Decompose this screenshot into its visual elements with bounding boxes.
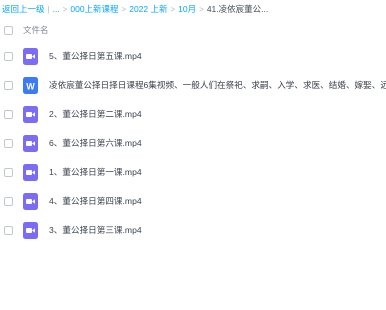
breadcrumb-divider: | (47, 4, 50, 14)
row-checkbox[interactable] (4, 225, 13, 235)
file-name[interactable]: 6、董公择日第六课.mp4 (49, 137, 386, 149)
file-row[interactable]: 3、董公择日第三课.mp4 (0, 216, 386, 244)
file-row[interactable]: 1、董公择日第一课.mp4 (0, 158, 386, 186)
file-row[interactable]: 6、董公择日第六课.mp4 (0, 129, 386, 157)
video-file-icon (23, 105, 38, 123)
column-header-filename[interactable]: 文件名 (23, 24, 49, 36)
chevron-right-icon: > (199, 4, 204, 14)
video-file-icon (23, 192, 38, 210)
row-checkbox[interactable] (4, 138, 13, 148)
video-file-icon (23, 47, 38, 65)
breadcrumb-item-oct[interactable]: 10月 (178, 3, 196, 15)
file-row[interactable]: 5、董公择日第五课.mp4 (0, 42, 386, 70)
word-file-icon: W (23, 76, 38, 94)
file-name[interactable]: 2、董公择日第二课.mp4 (49, 108, 386, 120)
breadcrumb-item-2022[interactable]: 2022 上新 (129, 3, 167, 15)
breadcrumb-current: 41.凌依宸董公... (206, 4, 269, 14)
file-name[interactable]: 1、董公择日第一课.mp4 (49, 166, 386, 178)
chevron-right-icon: > (62, 4, 68, 14)
row-checkbox[interactable] (4, 80, 13, 90)
breadcrumb-item-000[interactable]: 000上新课程 (70, 3, 118, 15)
video-file-icon (23, 163, 38, 181)
file-name[interactable]: 3、董公择日第三课.mp4 (49, 224, 386, 236)
breadcrumb: 返回上一级 | ... > 000上新课程 > 2022 上新 > 10月 > … (2, 0, 386, 18)
chevron-right-icon: > (170, 4, 176, 14)
row-checkbox[interactable] (4, 51, 13, 61)
file-row[interactable]: 4、董公择日第四课.mp4 (0, 187, 386, 215)
svg-text:W: W (26, 81, 35, 91)
chevron-right-icon: > (121, 4, 127, 14)
breadcrumb-ellipsis[interactable]: ... (53, 4, 60, 14)
file-row[interactable]: W 凌依宸董公择日择日课程6集视频、一般人们在祭祀、求嗣、入学、求医、结婚、嫁娶… (0, 71, 386, 99)
list-header: 文件名 (0, 22, 386, 38)
video-file-icon (23, 221, 38, 239)
row-checkbox[interactable] (4, 167, 13, 177)
file-name[interactable]: 凌依宸董公择日择日课程6集视频、一般人们在祭祀、求嗣、入学、求医、结婚、嫁娶、远… (49, 79, 386, 91)
back-link[interactable]: 返回上一级 (2, 3, 45, 15)
file-name[interactable]: 5、董公择日第五课.mp4 (49, 50, 386, 62)
file-row[interactable]: 2、董公择日第二课.mp4 (0, 100, 386, 128)
select-all-checkbox[interactable] (4, 25, 13, 35)
row-checkbox[interactable] (4, 196, 13, 206)
video-file-icon (23, 134, 38, 152)
file-name[interactable]: 4、董公择日第四课.mp4 (49, 195, 386, 207)
row-checkbox[interactable] (4, 109, 13, 119)
